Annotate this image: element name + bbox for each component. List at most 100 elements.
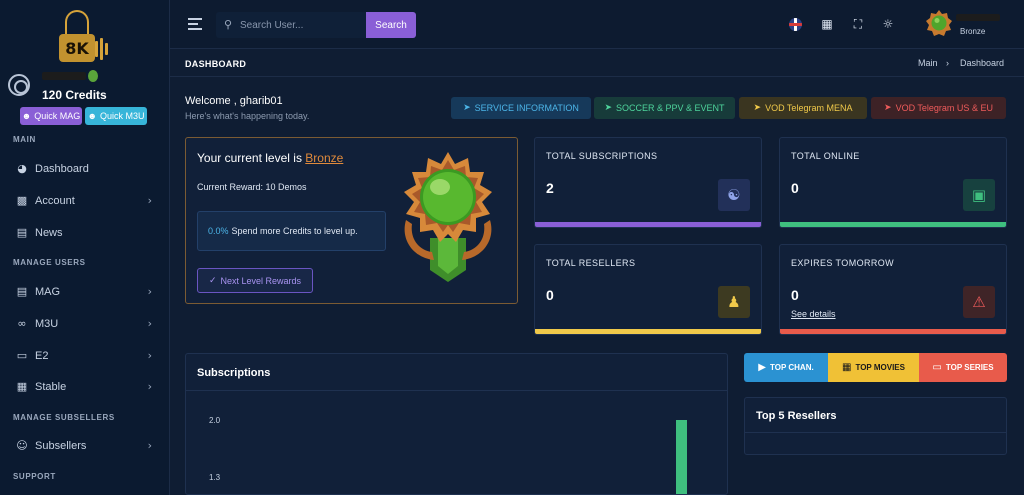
- service-information-button[interactable]: ➤ SERVICE INFORMATION: [451, 97, 591, 119]
- expires-tomorrow-card: EXPIRES TOMORROW 0 See details ⚠: [779, 244, 1007, 335]
- stat-accent-bar: [780, 222, 1006, 227]
- stat-accent-bar: [535, 329, 761, 334]
- profile-medal-icon[interactable]: [926, 10, 952, 38]
- sidebar-item-label: E2: [35, 350, 49, 362]
- button-label: TOP CHAN.: [769, 363, 814, 372]
- button-label: SOCCER & PPV & EVENT: [616, 103, 725, 113]
- vod-telegram-mena-button[interactable]: ➤ VOD Telegram MENA: [739, 97, 867, 119]
- subscriptions-chart: 2.0 1.3: [209, 416, 687, 494]
- quick-mag-button[interactable]: ☻ Quick MAG: [20, 107, 82, 125]
- button-label: TOP SERIES: [945, 363, 994, 372]
- quick-m3u-label: Quick M3U: [99, 111, 145, 121]
- level-progress-percent: 0.0%: [208, 226, 229, 236]
- stat-value: 0: [791, 287, 799, 303]
- button-label: SERVICE INFORMATION: [474, 103, 579, 113]
- search-icon: ⚲: [224, 18, 233, 31]
- divider: [745, 432, 1006, 433]
- sidebar-item-e2[interactable]: ▭ E2 ›: [16, 346, 160, 366]
- search-input[interactable]: [240, 16, 360, 34]
- search-button[interactable]: Search: [366, 12, 416, 38]
- sidebar-item-dashboard[interactable]: ◕ Dashboard: [16, 159, 160, 179]
- check-icon: ✓: [208, 275, 217, 285]
- sidebar-item-news[interactable]: ▤ News: [16, 223, 160, 243]
- warning-icon: ⚠: [963, 286, 995, 318]
- total-online-card: TOTAL ONLINE 0 ▣: [779, 137, 1007, 228]
- sidebar-item-account[interactable]: ▩ Account ›: [16, 191, 160, 211]
- button-label: VOD Telegram US & EU: [895, 103, 993, 113]
- section-manage-users: MANAGE USERS: [13, 258, 86, 267]
- stat-value: 0: [546, 287, 554, 303]
- telegram-icon: ➤: [753, 103, 762, 113]
- top-channels-button[interactable]: ▶ TOP CHAN.: [744, 353, 828, 382]
- quick-mag-label: Quick MAG: [34, 111, 81, 121]
- vod-telegram-us-eu-button[interactable]: ➤ VOD Telegram US & EU: [871, 97, 1006, 119]
- apps-grid-icon[interactable]: ▦: [820, 17, 834, 31]
- level-progress-text: Spend more Credits to level up.: [231, 226, 358, 236]
- button-label: VOD Telegram MENA: [765, 103, 853, 113]
- user-tie-icon: ♟: [718, 286, 750, 318]
- stat-accent-bar: [780, 329, 1006, 334]
- redacted-username: [42, 72, 86, 80]
- news-icon: ▤: [16, 226, 28, 239]
- play-icon: ▶: [758, 362, 766, 373]
- monitor-icon: ▣: [963, 179, 995, 211]
- chart-bar: [676, 420, 687, 494]
- users-icon: ☺: [16, 439, 28, 452]
- chart-icon: ▦: [16, 380, 28, 393]
- search-box: ⚲: [216, 12, 366, 38]
- topbar: ⚲ Search ▦ ⛶ ☼ Bronze: [170, 0, 1024, 49]
- logo-bars-icon: [95, 38, 111, 60]
- stat-label: TOTAL SUBSCRIPTIONS: [546, 151, 658, 161]
- film-icon: ▦: [842, 362, 852, 373]
- tv-icon: ▭: [932, 362, 942, 373]
- level-card: Your current level is Bronze Current Rew…: [185, 137, 518, 304]
- theme-toggle-icon[interactable]: ☼: [881, 17, 895, 31]
- profile-rank: Bronze: [960, 27, 986, 36]
- user-plus-icon: ☻: [21, 111, 32, 121]
- see-details-link[interactable]: See details: [791, 309, 836, 319]
- menu-toggle-icon[interactable]: [188, 18, 202, 30]
- top-movies-button[interactable]: ▦ TOP MOVIES: [828, 353, 919, 382]
- sidebar-item-label: Dashboard: [35, 163, 89, 175]
- rank-badge-icon: [88, 70, 98, 82]
- total-resellers-card: TOTAL RESELLERS 0 ♟: [534, 244, 762, 335]
- y-tick-label: 2.0: [209, 416, 221, 425]
- user-plus-icon: ☻: [87, 111, 97, 121]
- sidebar-item-label: MAG: [35, 286, 61, 298]
- link-icon: ∞: [17, 317, 27, 330]
- uk-flag-icon[interactable]: [789, 18, 802, 31]
- sidebar-item-label: Subsellers: [35, 440, 87, 452]
- stat-accent-bar: [535, 222, 761, 227]
- stat-value: 0: [791, 180, 799, 196]
- button-label: TOP MOVIES: [855, 363, 905, 372]
- sidebar-item-stable[interactable]: ▦ Stable ›: [16, 377, 160, 397]
- quick-m3u-button[interactable]: ☻ Quick M3U: [85, 107, 147, 125]
- chevron-right-icon: ›: [147, 439, 152, 452]
- id-card-icon: ▩: [16, 194, 28, 207]
- section-main: MAIN: [13, 135, 36, 144]
- sidebar-item-label: M3U: [35, 318, 59, 330]
- section-manage-subsellers: MANAGE SUBSELLERS: [13, 413, 115, 422]
- fullscreen-icon[interactable]: ⛶: [851, 17, 865, 31]
- subscriptions-title: Subscriptions: [197, 367, 271, 379]
- user-avatar-icon: [8, 74, 30, 96]
- top-resellers-card: Top 5 Resellers: [744, 397, 1007, 455]
- chevron-right-icon: ›: [147, 194, 152, 207]
- breadcrumb-current: Dashboard: [960, 58, 1005, 68]
- brand-logo[interactable]: 8K: [55, 4, 115, 66]
- y-tick-label: 1.3: [209, 473, 221, 482]
- sidebar-item-subsellers[interactable]: ☺ Subsellers ›: [16, 436, 160, 456]
- sidebar-item-m3u[interactable]: ∞ M3U ›: [16, 314, 160, 334]
- level-rank-link[interactable]: Bronze: [305, 151, 343, 165]
- breadcrumb-main[interactable]: Main: [918, 58, 938, 68]
- sidebar-item-mag[interactable]: ▤ MAG ›: [16, 282, 160, 302]
- next-level-rewards-button[interactable]: ✓ Next Level Rewards: [197, 268, 313, 293]
- monitor-icon: ▭: [16, 349, 28, 362]
- sidebar: 8K 120 Credits ☻ Quick MAG ☻ Quick M3U M…: [0, 0, 170, 495]
- level-title-prefix: Your current level is: [197, 151, 306, 165]
- soccer-ppv-event-button[interactable]: ➤ SOCCER & PPV & EVENT: [594, 97, 735, 119]
- page-header: DASHBOARD Main › Dashboard: [170, 50, 1024, 77]
- top-series-button[interactable]: ▭ TOP SERIES: [919, 353, 1007, 382]
- redacted-profile-name: [956, 14, 1000, 21]
- breadcrumb-separator: ›: [946, 58, 949, 68]
